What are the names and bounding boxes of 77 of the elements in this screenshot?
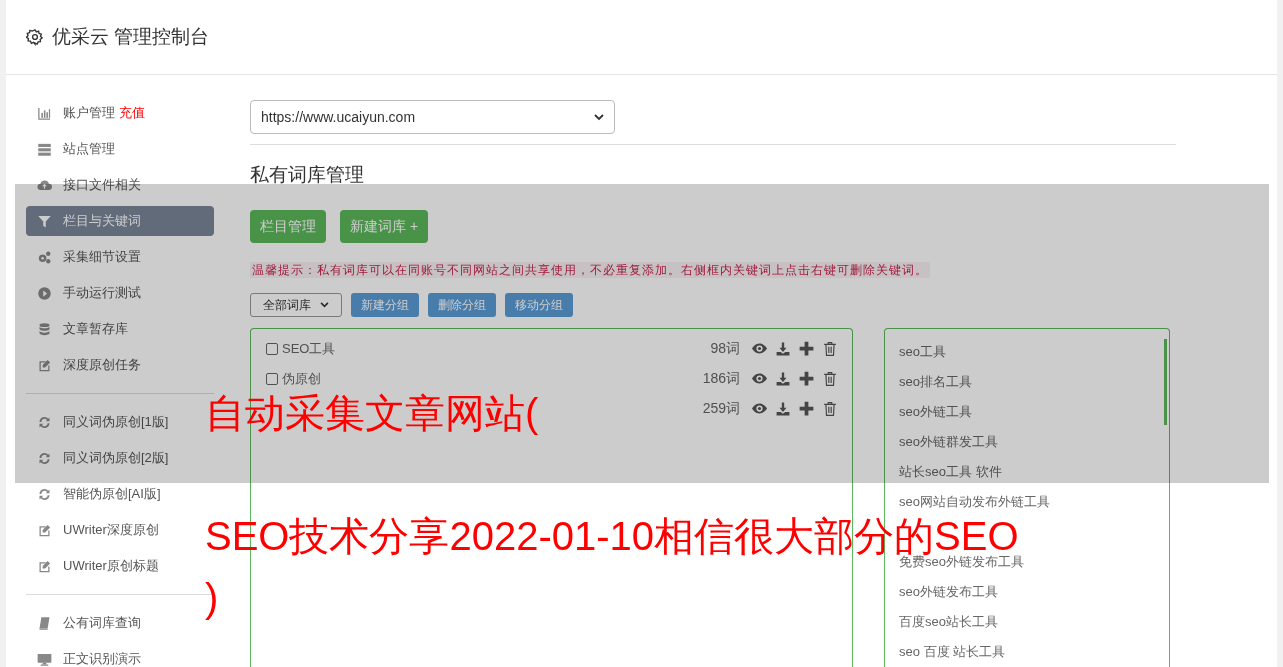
sidebar-item[interactable]: UWriter深度原创: [26, 515, 165, 545]
keyword-item[interactable]: 站长seo工具 软件: [899, 456, 1002, 487]
sidebar-item[interactable]: 手动运行测试: [26, 278, 147, 308]
sidebar-label: 深度原创任务: [63, 356, 141, 375]
keyword-item[interactable]: seo外链工具: [899, 396, 972, 427]
keyword-item[interactable]: 百度seo站长工具: [899, 606, 998, 637]
sidebar-item[interactable]: 智能伪原创[AI版]: [26, 479, 167, 509]
sidebar-item[interactable]: 文章暂存库: [26, 314, 134, 344]
sidebar-label: 文章暂存库: [63, 320, 128, 339]
eye-icon[interactable]: [752, 403, 767, 414]
group-select[interactable]: 全部词库: [250, 292, 342, 317]
tip-text: 温馨提示：私有词库可以在同账号不同网站之间共享使用，不必重复添加。右侧框内关键词上点击右键可删除关键词。: [250, 261, 930, 278]
sidebar-label: 公有词库查询: [63, 614, 141, 633]
sidebar-item[interactable]: 同义词伪原创[2版]: [26, 443, 175, 473]
sidebar-item[interactable]: 账户管理 充值: [26, 98, 151, 128]
settings-icon: [26, 28, 44, 46]
keyword-item[interactable]: seo网站自动发布外链工具: [899, 486, 1050, 517]
sidebar-item[interactable]: 采集细节设置: [26, 242, 147, 272]
sidebar-item[interactable]: 正文识别演示: [26, 644, 147, 667]
filter-icon: [36, 213, 53, 229]
sidebar-label: 正文识别演示: [63, 650, 141, 667]
sidebar-label: 接口文件相关: [63, 176, 141, 195]
keyword-item[interactable]: seo工具: [899, 336, 946, 367]
site-select[interactable]: https://www.ucaiyun.com: [250, 100, 615, 134]
sidebar-label: 采集细节设置: [63, 248, 141, 267]
scrollbar[interactable]: [1164, 338, 1167, 425]
trash-icon[interactable]: [823, 370, 837, 387]
sidebar-label: UWriter深度原创: [63, 521, 159, 540]
caret-icon: [320, 301, 329, 308]
download-icon[interactable]: [776, 341, 790, 356]
sidebar-label: 栏目与关键词: [63, 212, 141, 231]
page-title: 优采云 管理控制台: [52, 24, 210, 49]
sidebar-item[interactable]: 公有词库查询: [26, 608, 147, 638]
section-heading: 私有词库管理: [250, 163, 365, 187]
eye-icon[interactable]: [752, 373, 767, 384]
cloud-upload-icon: [36, 177, 53, 193]
sidebar-label: 账户管理: [63, 104, 115, 123]
sidebar-item[interactable]: 接口文件相关: [26, 170, 147, 200]
caret-icon: [594, 113, 604, 121]
plus-icon[interactable]: [799, 341, 814, 356]
eye-icon[interactable]: [752, 343, 767, 354]
word-count: 98词: [710, 339, 740, 358]
word-count: 186词: [702, 369, 740, 388]
select-value: https://www.ucaiyun.com: [261, 107, 416, 127]
keyword-item[interactable]: seo 百度 站长工具: [899, 636, 1006, 667]
library-name: 伪原创: [282, 369, 321, 388]
sidebar-label: 手动运行测试: [63, 284, 141, 303]
sidebar-item[interactable]: 栏目与关键词: [26, 206, 214, 236]
sidebar-item[interactable]: UWriter原创标题: [26, 551, 165, 581]
sidebar-item[interactable]: 深度原创任务: [26, 350, 147, 380]
checkbox[interactable]: [266, 372, 278, 385]
library-name: SEO工具: [282, 339, 336, 358]
overlay-subtitle: ): [205, 578, 219, 618]
sidebar-label: UWriter原创标题: [63, 557, 159, 576]
play-icon: [36, 285, 53, 301]
trash-icon[interactable]: [823, 340, 837, 357]
gears-icon: [36, 249, 53, 265]
keyword-item[interactable]: seo外链群发工具: [899, 426, 998, 457]
keyword-item[interactable]: seo外链发布工具: [899, 576, 998, 607]
sidebar-label: 智能伪原创[AI版]: [63, 485, 161, 504]
bar-chart-icon: [36, 105, 53, 121]
server-icon: [36, 141, 53, 157]
word-count: 259词: [702, 399, 740, 418]
sidebar-label: 站点管理: [63, 140, 115, 159]
download-icon[interactable]: [776, 401, 790, 416]
download-icon[interactable]: [776, 371, 790, 386]
sidebar-label: 同义词伪原创[1版]: [63, 413, 169, 432]
plus-icon[interactable]: [799, 371, 814, 386]
sidebar-label: 同义词伪原创[2版]: [63, 449, 169, 468]
sidebar-item[interactable]: 同义词伪原创[1版]: [26, 407, 175, 437]
sidebar-item[interactable]: 站点管理: [26, 134, 121, 164]
plus-icon[interactable]: [799, 401, 814, 416]
keyword-item[interactable]: seo排名工具: [899, 366, 972, 397]
checkbox[interactable]: [266, 342, 278, 355]
recharge-link[interactable]: 充值: [119, 103, 145, 123]
monitor-icon: [36, 651, 53, 667]
trash-icon[interactable]: [823, 400, 837, 417]
